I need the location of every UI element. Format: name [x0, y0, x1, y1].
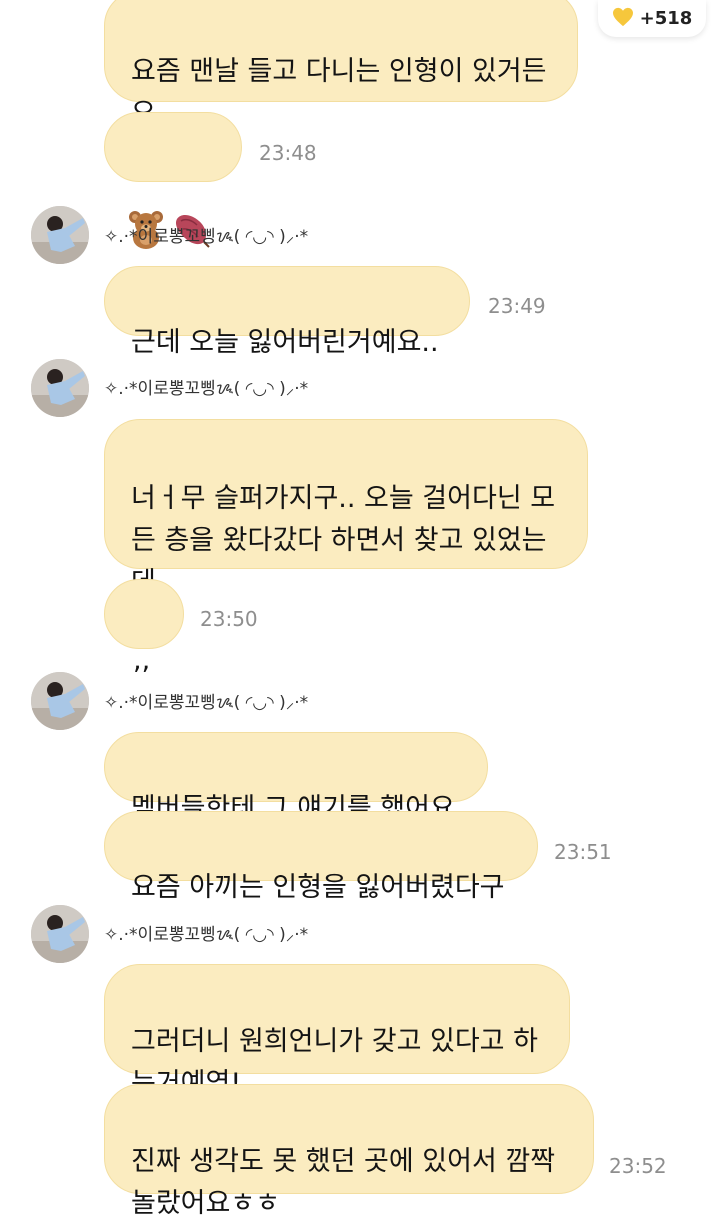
message-bubble: 멤버들한테 그 얘기를 했어요	[104, 732, 488, 824]
message-bubble: 진짜 생각도 못 했던 곳에 있어서 깜짝 놀랐어요ㅎㅎ	[104, 1084, 594, 1219]
message-text: 근데 오늘 잃어버린거예요..	[131, 327, 439, 358]
avatar[interactable]	[31, 905, 89, 963]
sender-nickname: ✧.·*이로뽕꼬삥ᝰ( ◜◡◝ )⸝·*	[104, 227, 309, 247]
sender-nickname: ✧.·*이로뽕꼬삥ᝰ( ◜◡◝ )⸝·*	[104, 693, 309, 713]
message-bubble: ,,	[104, 579, 184, 676]
message-bubble: 요즘 맨날 들고 다니는 인형이 있거든 요	[104, 0, 578, 129]
heart-count: +518	[639, 8, 693, 29]
yellow-heart-icon	[612, 7, 634, 31]
message-text: 너ㅓ무 슬퍼가지구.. 오늘 걸어다닌 모 든 층을 왔다갔다 하면서 찾고 있…	[131, 483, 556, 598]
avatar[interactable]	[31, 359, 89, 417]
message-text: ,,	[133, 645, 151, 676]
avatar[interactable]	[31, 206, 89, 264]
message-time: 23:51	[554, 840, 612, 864]
sender-nickname: ✧.·*이로뽕꼬삥ᝰ( ◜◡◝ )⸝·*	[104, 379, 309, 399]
message-time: 23:48	[259, 141, 317, 165]
message-time: 23:50	[200, 607, 258, 631]
message-bubble: 그러더니 원희언니가 갖고 있다고 하 는거예영!	[104, 964, 570, 1099]
message-bubble-emoji	[104, 112, 242, 249]
message-bubble: 너ㅓ무 슬퍼가지구.. 오늘 걸어다닌 모 든 층을 왔다갔다 하면서 찾고 있…	[104, 419, 588, 598]
message-bubble: 근데 오늘 잃어버린거예요..	[104, 266, 470, 358]
message-text: 진짜 생각도 못 했던 곳에 있어서 깜짝 놀랐어요ㅎㅎ	[131, 1146, 556, 1219]
heart-count-badge[interactable]: +518	[598, 0, 706, 37]
message-bubble: 요즘 아끼는 인형을 잃어버렸다구	[104, 811, 538, 903]
message-text: 요즘 아끼는 인형을 잃어버렸다구	[131, 872, 505, 903]
sender-nickname: ✧.·*이로뽕꼬삥ᝰ( ◜◡◝ )⸝·*	[104, 925, 309, 945]
avatar[interactable]	[31, 672, 89, 730]
message-time: 23:52	[609, 1154, 667, 1178]
message-time: 23:49	[488, 294, 546, 318]
